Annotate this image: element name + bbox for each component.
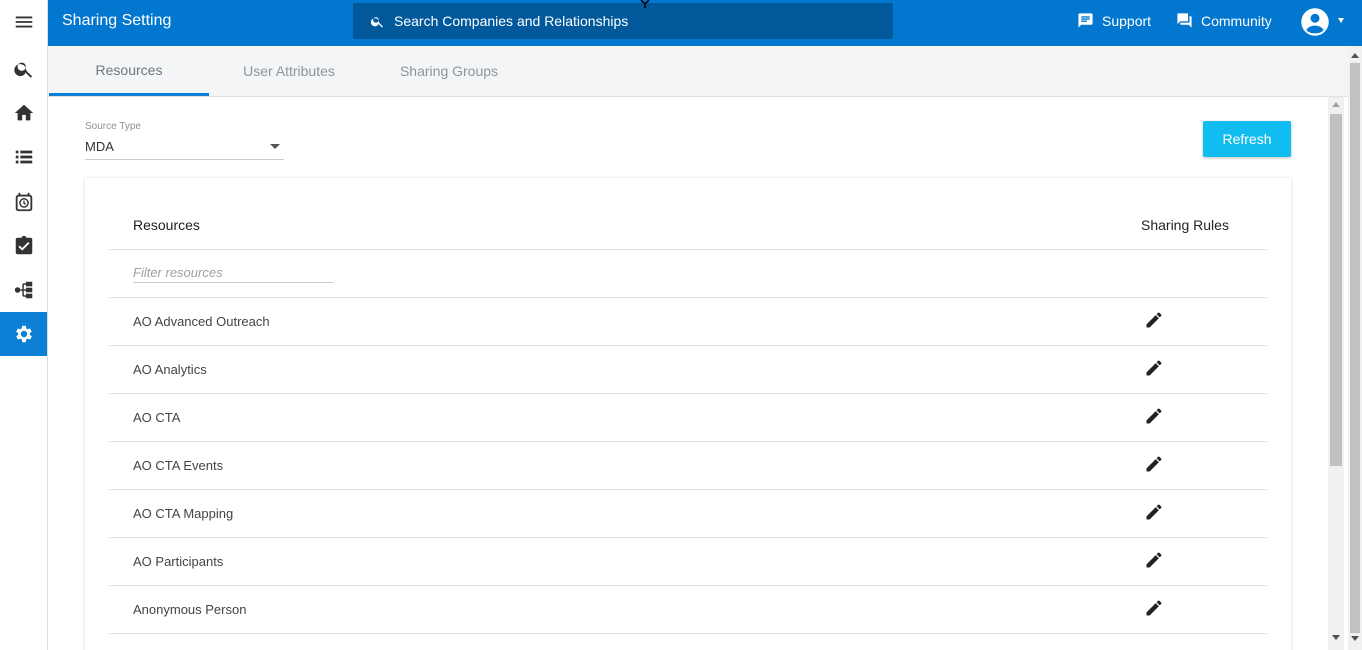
top-bar: Sharing Setting Support Community — [48, 0, 1362, 46]
search-icon — [370, 16, 383, 27]
table-row: AO Participants — [109, 538, 1267, 586]
community-icon — [1177, 13, 1192, 28]
edit-pencil-icon[interactable] — [1144, 310, 1164, 330]
mouse-cursor-icon — [640, 0, 650, 8]
resource-name: AO Advanced Outreach — [133, 314, 270, 329]
edit-pencil-icon[interactable] — [1144, 406, 1164, 426]
column-header-sharing-rules: Sharing Rules — [1141, 217, 1229, 233]
edit-pencil-icon[interactable] — [1144, 550, 1164, 570]
search-icon[interactable] — [0, 47, 47, 91]
scrollbar-thumb[interactable] — [1330, 114, 1342, 466]
scroll-up-arrow-icon[interactable] — [1332, 102, 1340, 107]
user-menu-caret-icon[interactable] — [1338, 18, 1344, 23]
resource-name: AO CTA Mapping — [133, 506, 234, 521]
table-row: AO Advanced Outreach — [109, 298, 1267, 346]
timeline-icon[interactable] — [0, 180, 47, 224]
tab-user-attributes[interactable]: User Attributes — [209, 46, 369, 96]
header-divider — [109, 249, 1267, 250]
left-rail — [0, 0, 48, 650]
source-type-value: MDA — [85, 139, 114, 154]
tab-bar: Resources User Attributes Sharing Groups — [48, 46, 1348, 97]
support-icon — [1078, 13, 1093, 28]
edit-pencil-icon[interactable] — [1144, 598, 1164, 618]
tasks-icon[interactable] — [0, 224, 47, 268]
gear-icon[interactable] — [0, 312, 47, 356]
community-label: Community — [1201, 12, 1272, 29]
community-link[interactable]: Community — [1176, 12, 1272, 29]
table-row: AO CTA Mapping — [109, 490, 1267, 538]
list-icon[interactable] — [0, 135, 47, 179]
resources-card: Resources Sharing Rules AO Advanced Outr… — [85, 178, 1291, 650]
scroll-up-arrow-icon[interactable] — [1351, 53, 1359, 58]
resource-name: AO CTA Events — [133, 458, 224, 473]
hierarchy-icon[interactable] — [0, 268, 47, 312]
edit-pencil-icon[interactable] — [1144, 502, 1164, 522]
resource-name: AO Participants — [133, 554, 224, 569]
tab-sharing-groups[interactable]: Sharing Groups — [369, 46, 529, 96]
table-row: AO CTA — [109, 394, 1267, 442]
table-row: Anonymous Person — [109, 586, 1267, 634]
source-type-select[interactable]: MDA — [85, 137, 284, 160]
content-scrollbar[interactable] — [1328, 97, 1344, 650]
home-icon[interactable] — [0, 91, 47, 135]
support-link[interactable]: Support — [1077, 12, 1151, 29]
tab-resources[interactable]: Resources — [49, 46, 209, 96]
scroll-down-arrow-icon[interactable] — [1351, 636, 1359, 641]
user-avatar-icon[interactable] — [1300, 7, 1330, 37]
chevron-down-icon — [270, 144, 280, 149]
support-label: Support — [1102, 12, 1152, 29]
scroll-down-arrow-icon[interactable] — [1332, 635, 1340, 640]
app-title: Sharing Setting — [62, 12, 172, 29]
row-divider — [109, 633, 1267, 634]
global-search[interactable] — [353, 3, 893, 39]
source-type-label: Source Type — [85, 121, 141, 132]
page-scrollbar[interactable] — [1348, 46, 1362, 650]
search-input[interactable] — [394, 13, 874, 29]
resource-name: AO Analytics — [133, 362, 207, 377]
filter-resources-input[interactable] — [133, 263, 333, 283]
table-row: AO Analytics — [109, 346, 1267, 394]
edit-pencil-icon[interactable] — [1144, 358, 1164, 378]
column-header-resources: Resources — [133, 217, 200, 233]
resource-name: AO CTA — [133, 410, 181, 425]
menu-icon[interactable] — [0, 0, 47, 44]
resource-name: Anonymous Person — [133, 602, 247, 617]
refresh-button[interactable]: Refresh — [1203, 121, 1291, 157]
edit-pencil-icon[interactable] — [1144, 454, 1164, 474]
table-row: AO CTA Events — [109, 442, 1267, 490]
scrollbar-thumb[interactable] — [1350, 63, 1360, 633]
